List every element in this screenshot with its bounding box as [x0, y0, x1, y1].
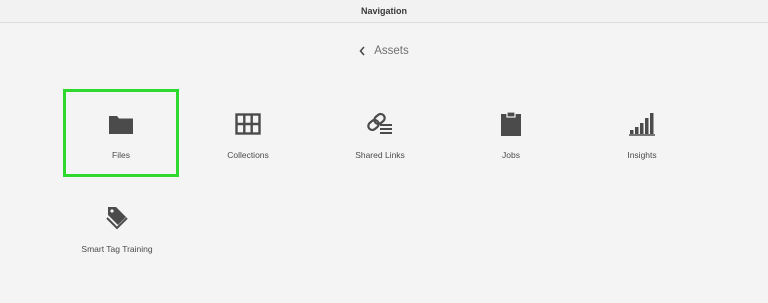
clipboard-icon	[497, 110, 525, 138]
tile-smart-tag-training[interactable]: Smart Tag Training	[62, 186, 172, 268]
tile-jobs[interactable]: Jobs	[456, 92, 566, 174]
bar-chart-icon	[628, 110, 656, 138]
chevron-left-icon[interactable]	[359, 46, 366, 56]
breadcrumb: Assets	[0, 45, 768, 57]
folder-icon	[107, 110, 135, 138]
grid-icon	[234, 110, 262, 138]
tile-label: Shared Links	[355, 150, 405, 160]
tile-label: Smart Tag Training	[81, 244, 153, 254]
tile-label: Insights	[627, 150, 657, 160]
page-title: Navigation	[360, 6, 407, 16]
tile-insights[interactable]: Insights	[587, 92, 697, 174]
tile-label: Collections	[227, 150, 269, 160]
top-bar: Navigation	[0, 0, 768, 23]
breadcrumb-assets-link[interactable]: Assets	[374, 45, 409, 57]
tile-collections[interactable]: Collections	[193, 92, 303, 174]
link-icon	[366, 110, 394, 138]
tile-label: Jobs	[502, 150, 520, 160]
tags-icon	[103, 204, 131, 232]
tile-files[interactable]: Files	[63, 89, 179, 177]
tile-shared-links[interactable]: Shared Links	[325, 92, 435, 174]
